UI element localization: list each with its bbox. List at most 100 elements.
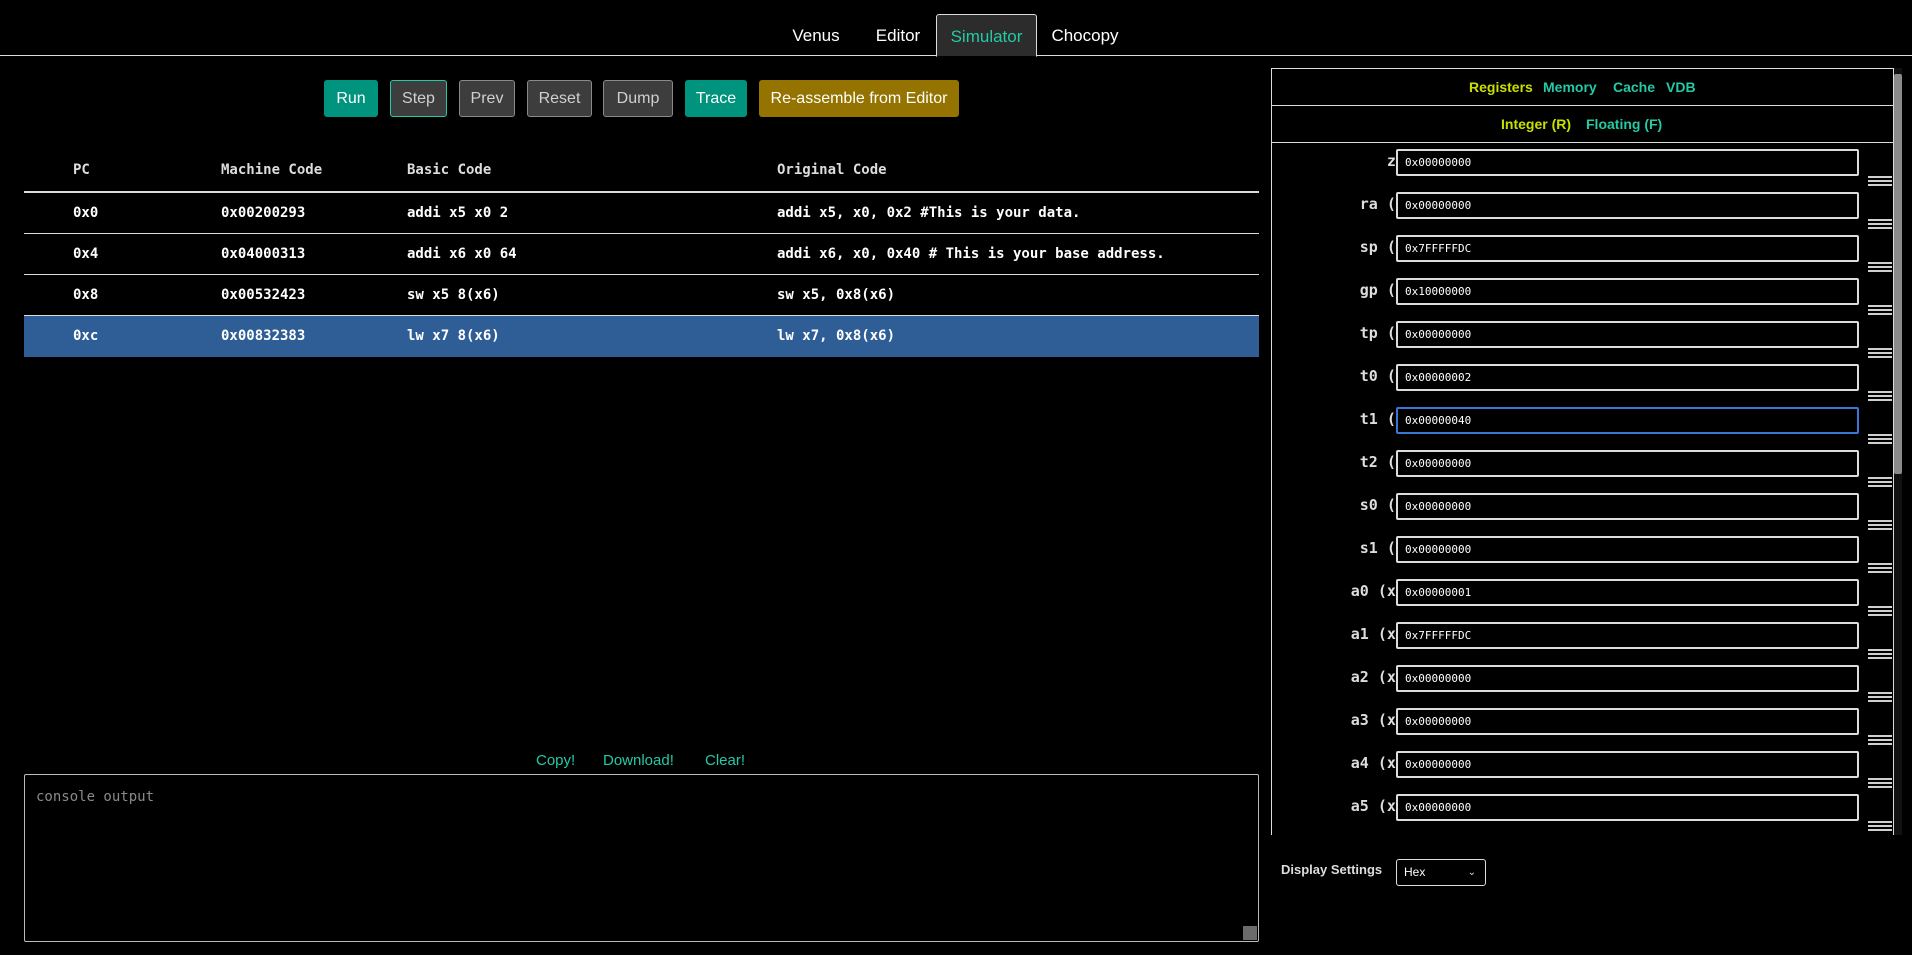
tab-memory[interactable]: Memory [1543, 69, 1597, 106]
register-row: a4 (x14) 0x00000000 [1272, 748, 1893, 791]
register-row: gp (x3) 0x10000000 [1272, 275, 1893, 318]
prev-button[interactable]: Prev [459, 80, 515, 117]
drag-handle-icon[interactable] [1868, 219, 1892, 232]
display-settings-label: Display Settings [1281, 862, 1383, 877]
drag-handle-icon[interactable] [1868, 477, 1892, 490]
drag-handle-icon[interactable] [1868, 348, 1892, 361]
resize-handle-icon[interactable] [1243, 926, 1257, 940]
header-basic-code: Basic Code [407, 162, 492, 178]
register-value-input[interactable]: 0x00000040 [1396, 407, 1859, 434]
tab-editor[interactable]: Editor [864, 14, 932, 57]
register-type-tabs: Integer (R) Floating (F) [1272, 106, 1893, 143]
drag-handle-icon[interactable] [1868, 692, 1892, 705]
scrollbar-thumb[interactable] [1894, 74, 1902, 474]
row-basic-code: addi x6 x0 64 [407, 246, 517, 262]
tab-chocopy[interactable]: Chocopy [1044, 14, 1126, 57]
tab-cache[interactable]: Cache [1613, 69, 1655, 106]
register-value-input[interactable]: 0x00000000 [1396, 493, 1859, 520]
row-basic-code: lw x7 8(x6) [407, 328, 500, 344]
tab-registers[interactable]: Registers [1469, 69, 1533, 106]
drag-handle-icon[interactable] [1868, 821, 1892, 834]
run-button[interactable]: Run [324, 80, 378, 117]
register-value-input[interactable]: 0x00000000 [1396, 708, 1859, 735]
console-output[interactable]: console output [24, 774, 1259, 942]
table-header: PC Machine Code Basic Code Original Code [24, 150, 1259, 193]
register-value-input[interactable]: 0x10000000 [1396, 278, 1859, 305]
register-value-input[interactable]: 0x00000002 [1396, 364, 1859, 391]
row-original-code: sw x5, 0x8(x6) [777, 287, 896, 303]
drag-handle-icon[interactable] [1868, 391, 1892, 404]
row-original-code: addi x6, x0, 0x40 # This is your base ad… [777, 246, 1165, 262]
row-pc: 0x0 [73, 205, 99, 221]
register-scrollbar[interactable] [1894, 68, 1902, 835]
row-basic-code: addi x5 x0 2 [407, 205, 509, 221]
row-machine-code: 0x00200293 [221, 205, 306, 221]
register-row: t0 (x5) 0x00000002 [1272, 361, 1893, 404]
register-value-input[interactable]: 0x00000000 [1396, 536, 1859, 563]
register-row: ra (x1) 0x00000000 [1272, 189, 1893, 232]
drag-handle-icon[interactable] [1868, 305, 1892, 318]
register-value-input[interactable]: 0x7FFFFFDC [1396, 622, 1859, 649]
tab-simulator[interactable]: Simulator [936, 14, 1037, 57]
register-row: t2 (x7) 0x00000000 [1272, 447, 1893, 490]
table-row[interactable]: 0x0 0x00200293 addi x5 x0 2 addi x5, x0,… [24, 193, 1259, 234]
drag-handle-icon[interactable] [1868, 649, 1892, 662]
register-list: zero0x00000000ra (x1)0x00000000sp (x2)0x… [1272, 144, 1893, 836]
console-actions: Copy! Download! Clear! [0, 752, 1280, 774]
table-row[interactable]: 0x8 0x00532423 sw x5 8(x6) sw x5, 0x8(x6… [24, 275, 1259, 316]
step-button[interactable]: Step [390, 80, 447, 117]
drag-handle-icon[interactable] [1868, 563, 1892, 576]
register-value-input[interactable]: 0x00000000 [1396, 149, 1859, 176]
register-row: s0 (x8) 0x00000000 [1272, 490, 1893, 533]
row-machine-code: 0x00832383 [221, 328, 306, 344]
table-row[interactable]: 0x4 0x04000313 addi x6 x0 64 addi x6, x0… [24, 234, 1259, 275]
register-row: a1 (x11) 0x7FFFFFDC [1272, 619, 1893, 662]
register-value-input[interactable]: 0x00000000 [1396, 450, 1859, 477]
display-format-value: Hex [1404, 865, 1426, 879]
register-value-input[interactable]: 0x00000000 [1396, 794, 1859, 821]
register-row: s1 (x9) 0x00000000 [1272, 533, 1893, 576]
register-row: t1 (x6) 0x00000040 [1272, 404, 1893, 447]
row-basic-code: sw x5 8(x6) [407, 287, 500, 303]
register-value-input[interactable]: 0x00000000 [1396, 665, 1859, 692]
program-table: PC Machine Code Basic Code Original Code… [24, 150, 1259, 357]
drag-handle-icon[interactable] [1868, 735, 1892, 748]
register-value-input[interactable]: 0x7FFFFFDC [1396, 235, 1859, 262]
drag-handle-icon[interactable] [1868, 606, 1892, 619]
register-row: a3 (x13) 0x00000000 [1272, 705, 1893, 748]
panel-tabs: Registers Memory Cache VDB [1272, 69, 1893, 106]
table-row-selected[interactable]: 0xc 0x00832383 lw x7 8(x6) lw x7, 0x8(x6… [24, 316, 1259, 357]
tab-venus[interactable]: Venus [780, 14, 852, 57]
drag-handle-icon[interactable] [1868, 176, 1892, 189]
register-value-input[interactable]: 0x00000000 [1396, 192, 1859, 219]
copy-link[interactable]: Copy! [536, 752, 575, 769]
download-link[interactable]: Download! [603, 752, 674, 769]
register-row: tp (x4) 0x00000000 [1272, 318, 1893, 361]
top-nav: Venus Editor Simulator Chocopy [0, 0, 1912, 57]
clear-link[interactable]: Clear! [705, 752, 745, 769]
drag-handle-icon[interactable] [1868, 778, 1892, 791]
display-format-select[interactable]: Hex ⌄ [1396, 859, 1486, 886]
header-original-code: Original Code [777, 162, 887, 178]
trace-button[interactable]: Trace [685, 80, 747, 117]
row-pc: 0xc [73, 328, 99, 344]
tab-floating[interactable]: Floating (F) [1586, 106, 1662, 143]
row-machine-code: 0x00532423 [221, 287, 306, 303]
tab-integer[interactable]: Integer (R) [1501, 106, 1571, 143]
reset-button[interactable]: Reset [527, 80, 592, 117]
row-machine-code: 0x04000313 [221, 246, 306, 262]
register-row: a0 (x10) 0x00000001 [1272, 576, 1893, 619]
dump-button[interactable]: Dump [603, 80, 673, 117]
reassemble-button[interactable]: Re-assemble from Editor [759, 80, 959, 117]
register-row: a5 (x15) 0x00000000 [1272, 791, 1893, 834]
tab-vdb[interactable]: VDB [1666, 69, 1696, 106]
register-value-input[interactable]: 0x00000000 [1396, 751, 1859, 778]
register-value-input[interactable]: 0x00000001 [1396, 579, 1859, 606]
register-value-input[interactable]: 0x00000000 [1396, 321, 1859, 348]
drag-handle-icon[interactable] [1868, 520, 1892, 533]
drag-handle-icon[interactable] [1868, 434, 1892, 447]
row-pc: 0x8 [73, 287, 99, 303]
drag-handle-icon[interactable] [1868, 262, 1892, 275]
row-pc: 0x4 [73, 246, 99, 262]
register-row: sp (x2) 0x7FFFFFDC [1272, 232, 1893, 275]
